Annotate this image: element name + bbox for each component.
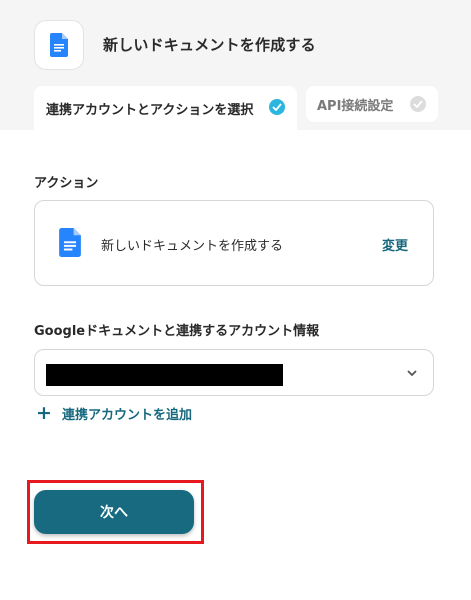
check-circle-icon: [410, 96, 426, 112]
header-area: 新しいドキュメントを作成する 連携アカウントとアクションを選択 API接続設定: [0, 0, 471, 130]
add-account-label: 連携アカウントを追加: [62, 408, 193, 423]
app-icon-box: [34, 20, 84, 70]
account-section-label: Googleドキュメントと連携するアカウント情報: [34, 324, 320, 339]
chevron-down-icon: [407, 370, 417, 377]
google-docs-icon: [50, 33, 68, 57]
change-action-link[interactable]: 変更: [382, 235, 408, 254]
tab-api-settings[interactable]: API接続設定: [306, 86, 438, 122]
page-title: 新しいドキュメントを作成する: [103, 36, 316, 54]
tab-label: 連携アカウントとアクションを選択: [46, 102, 254, 118]
google-docs-icon: [59, 228, 81, 257]
action-name: 新しいドキュメントを作成する: [101, 239, 284, 254]
action-card: 新しいドキュメントを作成する 変更: [34, 200, 434, 286]
tab-label: API接続設定: [317, 98, 394, 114]
redacted-account-value: [46, 364, 283, 386]
check-circle-icon: [269, 99, 285, 115]
add-account-link[interactable]: + 連携アカウントを追加: [36, 402, 193, 424]
plus-icon: +: [36, 402, 52, 424]
tab-select-account-action[interactable]: 連携アカウントとアクションを選択: [34, 86, 297, 130]
action-section-label: アクション: [34, 176, 99, 191]
next-button[interactable]: 次へ: [34, 490, 194, 534]
account-select[interactable]: [34, 349, 434, 396]
